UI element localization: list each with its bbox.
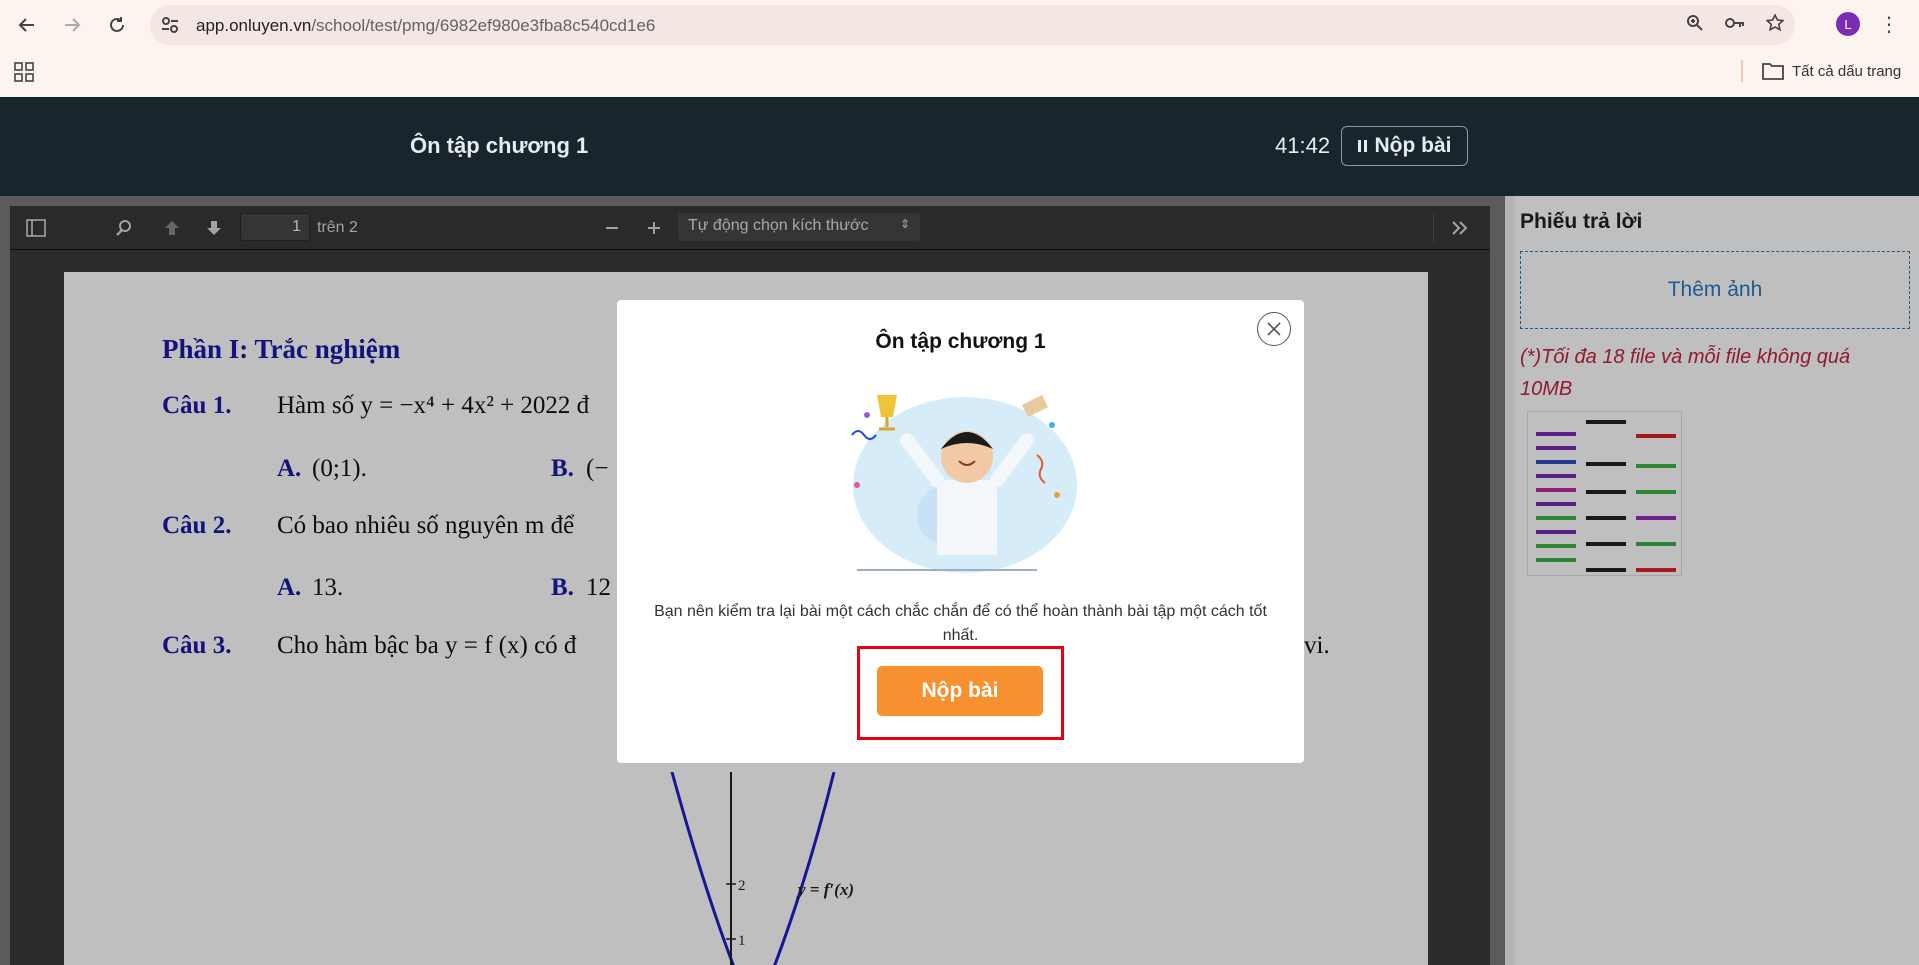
- zoom-icon[interactable]: [1675, 14, 1715, 37]
- header-submit-button[interactable]: Nộp bài: [1341, 126, 1468, 166]
- modal-message: Bạn nên kiểm tra lại bài một cách chắc c…: [654, 603, 1267, 644]
- countdown-timer: 41:42: [1275, 133, 1331, 158]
- all-bookmarks-label: Tất cả dấu trang: [1792, 62, 1902, 80]
- modal-title: Ôn tập chương 1: [875, 330, 1046, 353]
- profile-avatar[interactable]: L: [1836, 12, 1860, 36]
- apps-grid-icon[interactable]: [14, 62, 34, 82]
- bookmark-star-icon[interactable]: [1755, 12, 1795, 37]
- modal-submit-button[interactable]: Nộp bài: [877, 666, 1043, 716]
- browser-menu-icon[interactable]: ⋮: [1879, 10, 1899, 38]
- site-settings-icon[interactable]: [160, 15, 180, 35]
- forward-arrow-icon[interactable]: [57, 10, 87, 40]
- bookmark-separator: [1741, 60, 1743, 82]
- reload-icon[interactable]: [102, 10, 132, 40]
- pause-icon: [1357, 140, 1367, 152]
- back-arrow-icon[interactable]: [12, 10, 42, 40]
- password-key-icon[interactable]: [1715, 16, 1755, 35]
- all-bookmarks-button[interactable]: Tất cả dấu trang: [1762, 60, 1901, 82]
- browser-chrome: app.onluyen.vn/school/test/pmg/6982ef980…: [0, 0, 1919, 97]
- url-text[interactable]: app.onluyen.vn/school/test/pmg/6982ef980…: [196, 16, 655, 36]
- header-submit-label: Nộp bài: [1374, 134, 1452, 157]
- folder-icon: [1762, 63, 1784, 80]
- test-header: Ôn tập chương 1 41:42 Nộp bài: [0, 97, 1919, 196]
- submit-confirm-modal: Ôn tập chương 1 Bạn nên kiểm tra lại bài…: [617, 300, 1304, 763]
- address-bar[interactable]: app.onluyen.vn/school/test/pmg/6982ef980…: [150, 5, 1795, 45]
- test-title: Ôn tập chương 1: [410, 133, 589, 158]
- celebration-illustration: [851, 395, 1077, 573]
